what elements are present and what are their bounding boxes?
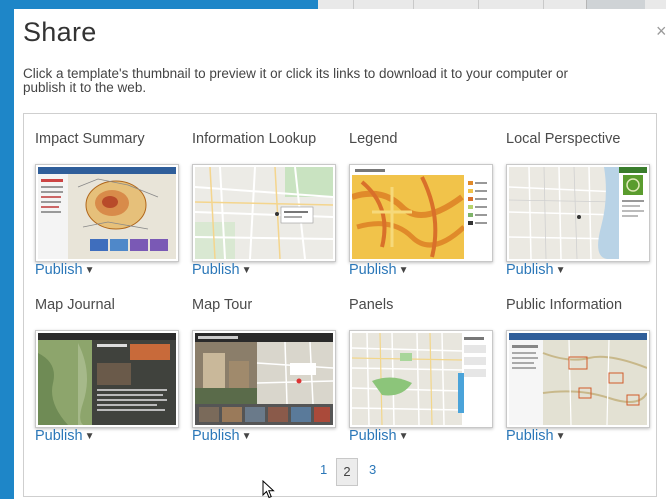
description-line: publish it to the web. bbox=[23, 80, 147, 95]
template-name: Map Journal bbox=[35, 297, 115, 313]
caret-down-icon: ▼ bbox=[555, 431, 566, 442]
caret-down-icon: ▼ bbox=[398, 431, 409, 442]
share-dialog: Share × Click a template's thumbnail to … bbox=[14, 9, 666, 499]
publish-link[interactable]: Publish ▼ bbox=[506, 262, 565, 278]
template-thumbnail[interactable] bbox=[192, 164, 336, 262]
template-thumbnail[interactable] bbox=[349, 330, 493, 428]
template-thumbnail[interactable] bbox=[35, 330, 179, 428]
template-thumbnail[interactable] bbox=[349, 164, 493, 262]
template-card: Panels Publish ▼ bbox=[349, 297, 499, 444]
template-name: Legend bbox=[349, 131, 398, 147]
caret-down-icon: ▼ bbox=[241, 265, 252, 276]
mouse-pointer-icon bbox=[262, 480, 275, 499]
page-link[interactable]: 1 bbox=[320, 462, 327, 477]
publish-link[interactable]: Publish ▼ bbox=[349, 428, 408, 444]
template-card: Map Journal Publish ▼ bbox=[35, 297, 185, 444]
publish-label: Publish bbox=[349, 262, 397, 278]
caret-down-icon: ▼ bbox=[398, 265, 409, 276]
template-name: Map Tour bbox=[192, 297, 253, 313]
dialog-description: Click a template's thumbnail to preview … bbox=[23, 67, 666, 95]
publish-link[interactable]: Publish ▼ bbox=[349, 262, 408, 278]
caret-down-icon: ▼ bbox=[241, 431, 252, 442]
template-thumbnail[interactable] bbox=[506, 330, 650, 428]
publish-link[interactable]: Publish ▼ bbox=[506, 428, 565, 444]
template-name: Impact Summary bbox=[35, 131, 145, 147]
public-information-map bbox=[509, 333, 647, 425]
page-link[interactable]: 3 bbox=[369, 462, 376, 477]
template-name: Public Information bbox=[506, 297, 623, 313]
template-thumbnail[interactable] bbox=[192, 330, 336, 428]
publish-link[interactable]: Publish ▼ bbox=[35, 428, 94, 444]
template-card: Impact Summary Publish ▼ bbox=[35, 131, 185, 278]
dialog-title: Share bbox=[23, 17, 97, 47]
template-card: Map Tour Publish ▼ bbox=[192, 297, 342, 444]
map-tour-map bbox=[195, 333, 333, 425]
impact-summary-map bbox=[38, 167, 176, 259]
caret-down-icon: ▼ bbox=[84, 265, 95, 276]
panels-map bbox=[352, 333, 490, 425]
template-card: Public Information Publish ▼ bbox=[506, 297, 656, 444]
template-thumbnail[interactable] bbox=[35, 164, 179, 262]
publish-label: Publish bbox=[35, 428, 83, 444]
template-name: Local Perspective bbox=[506, 131, 621, 147]
legend-map bbox=[352, 167, 490, 259]
information-lookup-map bbox=[195, 167, 333, 259]
publish-link[interactable]: Publish ▼ bbox=[192, 262, 251, 278]
template-name: Panels bbox=[349, 297, 394, 313]
publish-label: Publish bbox=[506, 262, 554, 278]
template-card: Local Perspective Publish ▼ bbox=[506, 131, 656, 278]
publish-label: Publish bbox=[35, 262, 83, 278]
template-card: Information Lookup Publish ▼ bbox=[192, 131, 342, 278]
caret-down-icon: ▼ bbox=[84, 431, 95, 442]
template-name: Information Lookup bbox=[192, 131, 317, 147]
publish-link[interactable]: Publish ▼ bbox=[192, 428, 251, 444]
description-line: Click a template's thumbnail to preview … bbox=[23, 66, 569, 81]
close-icon[interactable]: × bbox=[656, 21, 666, 42]
template-gallery: Impact Summary Publish ▼ Information Loo… bbox=[23, 113, 657, 497]
publish-label: Publish bbox=[349, 428, 397, 444]
template-thumbnail[interactable] bbox=[506, 164, 650, 262]
caret-down-icon: ▼ bbox=[555, 265, 566, 276]
publish-label: Publish bbox=[192, 428, 240, 444]
local-perspective-map bbox=[509, 167, 647, 259]
publish-label: Publish bbox=[506, 428, 554, 444]
template-card: Legend Publish ▼ bbox=[349, 131, 499, 278]
page-current[interactable]: 2 bbox=[336, 458, 358, 486]
publish-link[interactable]: Publish ▼ bbox=[35, 262, 94, 278]
map-journal-map bbox=[38, 333, 176, 425]
publish-label: Publish bbox=[192, 262, 240, 278]
